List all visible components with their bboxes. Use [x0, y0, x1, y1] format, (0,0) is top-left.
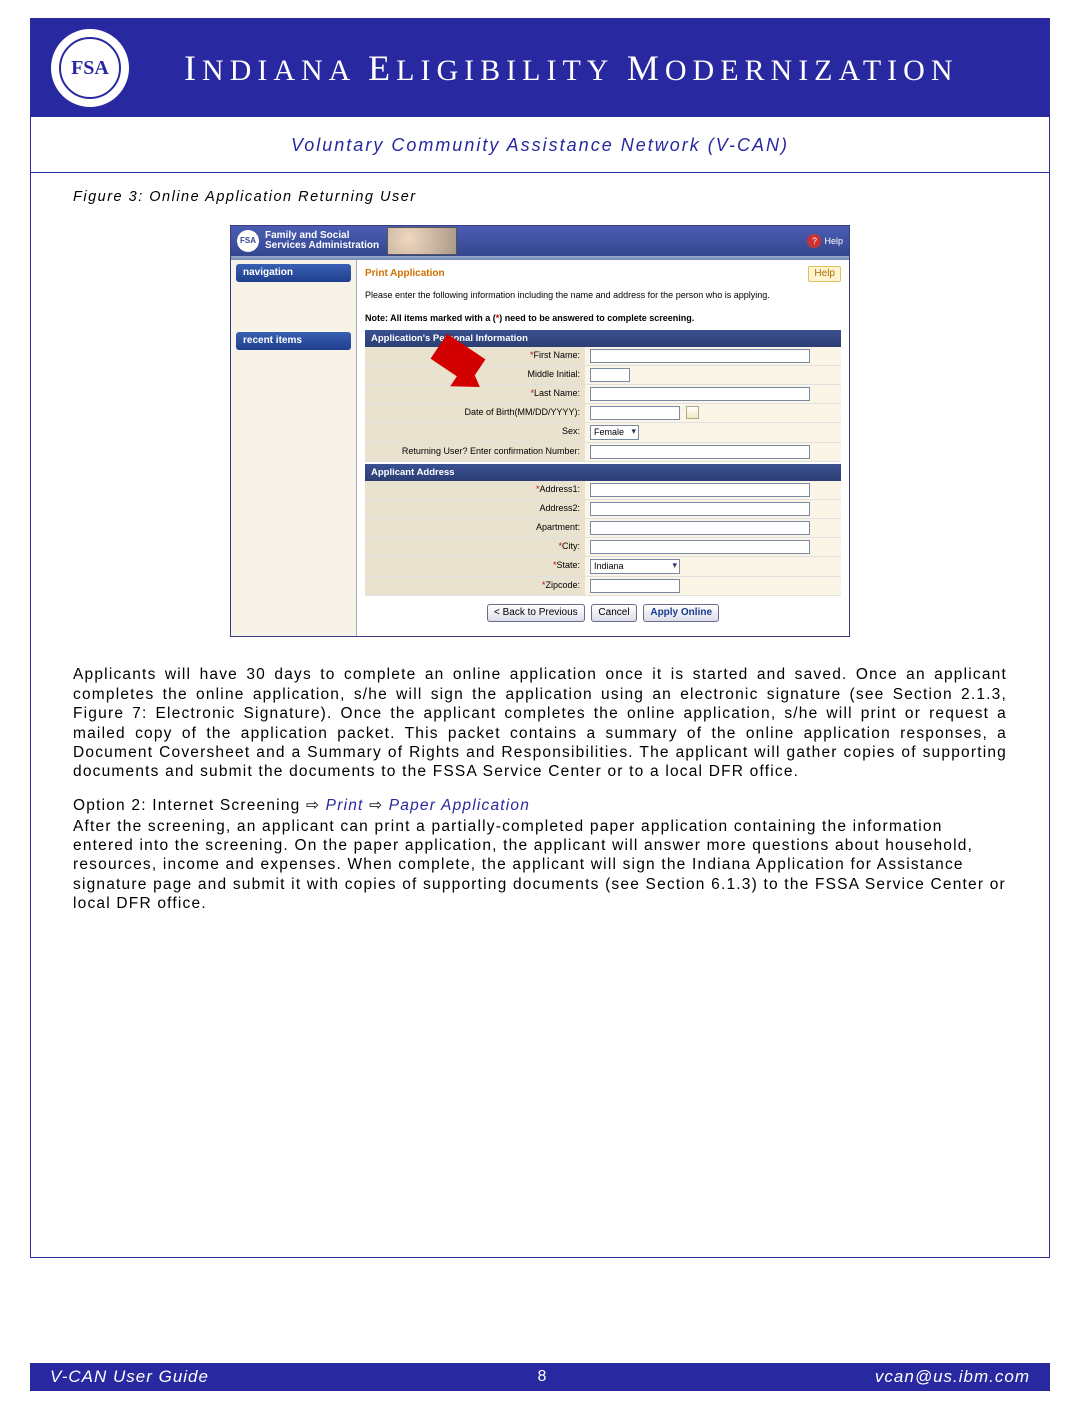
paragraph-2: After the screening, an applicant can pr… [73, 817, 1007, 914]
topbar-help-label[interactable]: Help [824, 236, 843, 247]
sidebar-item-navigation[interactable]: navigation [236, 264, 351, 282]
subhead-applicant-address: Applicant Address [365, 464, 841, 481]
t3: E [368, 48, 396, 88]
footer-left: V-CAN User Guide [50, 1367, 209, 1387]
topbar-help-icon[interactable]: ? [807, 234, 821, 248]
label-address1-text: Address1: [539, 484, 580, 494]
option2-prefix: Option 2: Internet Screening [73, 797, 306, 814]
first-name-input[interactable] [590, 349, 810, 363]
last-name-input[interactable] [590, 387, 810, 401]
page-footer: V-CAN User Guide 8 vcan@us.ibm.com [30, 1363, 1050, 1391]
t5: M [627, 48, 665, 88]
row-returning-user: Returning User? Enter confirmation Numbe… [365, 443, 841, 462]
instruction-text: Please enter the following information i… [365, 282, 841, 305]
main-titlebar: Print Application Help [365, 266, 841, 282]
required-note-suffix: ) need to be answered to complete screen… [499, 313, 694, 323]
app-topbar-title-line2: Services Administration [265, 241, 379, 251]
row-address2: Address2: [365, 500, 841, 519]
label-address2: Address2: [365, 500, 585, 518]
row-zip: *Zipcode: [365, 577, 841, 596]
cancel-button[interactable]: Cancel [591, 604, 636, 622]
page-frame: FSA INDIANA ELIGIBILITY MODERNIZATION Vo… [30, 18, 1050, 1258]
label-zip: *Zipcode: [365, 577, 585, 595]
middle-initial-input[interactable] [590, 368, 630, 382]
subhead-personal-info: Application's Personal Information [365, 330, 841, 347]
address2-input[interactable] [590, 502, 810, 516]
t2: NDIANA [202, 54, 368, 87]
footer-right: vcan@us.ibm.com [875, 1367, 1030, 1387]
page-header: FSA INDIANA ELIGIBILITY MODERNIZATION [31, 19, 1049, 117]
button-row: < Back to Previous Cancel Apply Online [365, 596, 841, 626]
label-returning: Returning User? Enter confirmation Numbe… [365, 443, 585, 461]
figure-caption: Figure 3: Online Application Returning U… [73, 189, 1007, 205]
apply-online-button[interactable]: Apply Online [643, 604, 719, 622]
people-image [387, 227, 457, 255]
option2-print: Print [320, 797, 369, 814]
address1-input[interactable] [590, 483, 810, 497]
label-last-name-text: Last Name: [534, 388, 580, 398]
label-apartment: Apartment: [365, 519, 585, 537]
section-title: Print Application [365, 268, 445, 280]
row-middle-initial: Middle Initial: [365, 366, 841, 385]
app-sidebar: navigation recent items [231, 260, 356, 636]
label-state-text: State: [556, 560, 580, 570]
label-city-text: City: [562, 541, 580, 551]
page-title: INDIANA ELIGIBILITY MODERNIZATION [184, 47, 959, 89]
option2-line: Option 2: Internet Screening ⇨ Print ⇨ P… [73, 796, 1007, 815]
row-address1: *Address1: [365, 481, 841, 500]
row-state: *State: Indiana [365, 557, 841, 577]
fssa-logo-inner: FSA [59, 37, 121, 99]
sex-select[interactable]: Female [590, 425, 639, 440]
app-topbar-title: Family and Social Services Administratio… [265, 231, 379, 251]
fssa-logo: FSA [51, 29, 129, 107]
zipcode-input[interactable] [590, 579, 680, 593]
label-dob: Date of Birth(MM/DD/YYYY): [365, 404, 585, 422]
required-note: Note: All items marked with a (*) need t… [365, 305, 841, 328]
app-topbar-logo: FSA [237, 230, 259, 252]
apartment-input[interactable] [590, 521, 810, 535]
state-select[interactable]: Indiana [590, 559, 680, 574]
t1: I [184, 48, 202, 88]
arrow-icon-2: ⇨ [369, 797, 383, 814]
confirmation-number-input[interactable] [590, 445, 810, 459]
required-note-prefix: Note: All items marked with a ( [365, 313, 496, 323]
row-sex: Sex: Female [365, 423, 841, 443]
screenshot-panel: FSA Family and Social Services Administr… [230, 225, 850, 637]
label-first-name-text: First Name: [533, 350, 580, 360]
app-main: Print Application Help Please enter the … [356, 260, 849, 636]
label-sex: Sex: [365, 423, 585, 442]
back-button[interactable]: < Back to Previous [487, 604, 585, 622]
t6: ODERNIZATION [665, 54, 959, 87]
sidebar-item-recent[interactable]: recent items [236, 332, 351, 350]
row-last-name: *Last Name: [365, 385, 841, 404]
t4: LIGIBILITY [396, 54, 627, 87]
row-city: *City: [365, 538, 841, 557]
paragraph-1: Applicants will have 30 days to complete… [73, 665, 1007, 781]
city-input[interactable] [590, 540, 810, 554]
help-button[interactable]: Help [808, 266, 841, 282]
calendar-icon[interactable] [686, 406, 699, 419]
label-city: *City: [365, 538, 585, 556]
app-body: navigation recent items Print Applicatio… [231, 260, 849, 636]
row-dob: Date of Birth(MM/DD/YYYY): [365, 404, 841, 423]
app-topbar: FSA Family and Social Services Administr… [231, 226, 849, 256]
row-apartment: Apartment: [365, 519, 841, 538]
label-address1: *Address1: [365, 481, 585, 499]
dob-input[interactable] [590, 406, 680, 420]
footer-page-number: 8 [537, 1368, 546, 1386]
arrow-icon: ⇨ [306, 797, 320, 814]
content-area: Figure 3: Online Application Returning U… [31, 173, 1049, 914]
label-zip-text: Zipcode: [545, 580, 580, 590]
page-subtitle: Voluntary Community Assistance Network (… [31, 117, 1049, 173]
option2-paper: Paper Application [383, 797, 530, 814]
label-state: *State: [365, 557, 585, 576]
